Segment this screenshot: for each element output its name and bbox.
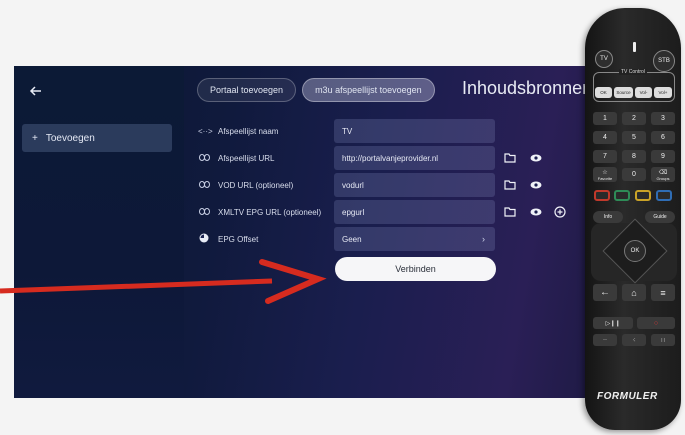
remote-green-button[interactable] <box>614 190 630 201</box>
remote-ok-button[interactable]: OK <box>624 240 646 262</box>
remote-menu-button[interactable]: ≡ <box>651 284 675 301</box>
epg-offset-value: Geen <box>342 234 362 244</box>
eye-icon[interactable] <box>529 205 543 219</box>
remote-blue-button[interactable] <box>656 190 672 201</box>
favorite-label: Favorite <box>597 175 613 181</box>
tab-portal-add[interactable]: Portaal toevoegen <box>197 78 297 102</box>
link-icon <box>198 180 210 190</box>
groups-icon: ⌫ <box>658 169 668 176</box>
play-pause-icon: ▷❙❙ <box>605 320 621 327</box>
remote-stb-power-button[interactable]: STB <box>653 50 675 72</box>
remote-groups-button[interactable]: ⌫ Groups <box>651 167 675 182</box>
field-label: Afspeellijst URL <box>218 153 275 163</box>
plus-icon: + <box>32 132 38 144</box>
tab-bar: Portaal toevoegen m3u afspeellijst toevo… <box>197 78 435 102</box>
back-arrow-icon[interactable] <box>29 84 45 100</box>
remote-vol-up-button[interactable]: Vol+ <box>654 87 672 98</box>
form-row-epg-offset: EPG Offset <box>198 227 338 251</box>
playlist-name-icon: <··> <box>198 126 213 136</box>
remote-record-button[interactable]: ○ <box>637 317 675 329</box>
field-label: EPG Offset <box>218 234 259 244</box>
remote-key-8[interactable]: 8 <box>622 150 646 163</box>
remote-tv-power-button[interactable]: TV <box>595 50 613 68</box>
eye-icon[interactable] <box>529 178 543 192</box>
remote-key-3[interactable]: 3 <box>651 112 675 125</box>
remote-key-6[interactable]: 6 <box>651 131 675 144</box>
home-icon: ⌂ <box>631 287 637 298</box>
remote-play-pause-button[interactable]: ▷❙❙ <box>593 317 633 329</box>
remote-stb-label: STB <box>658 58 670 64</box>
led-indicator <box>633 42 636 52</box>
remote-info-button[interactable]: Info <box>593 211 623 223</box>
playlist-name-input[interactable]: TV <box>334 119 495 143</box>
form-row-playlist-url: Afspeellijst URL <box>198 146 338 170</box>
sidebar <box>14 66 184 398</box>
playlist-url-input[interactable]: http://portalvanjeprovider.nl <box>334 146 495 170</box>
sidebar-item-label: Toevoegen <box>45 132 95 144</box>
tv-screen: + Toevoegen Portaal toevoegen m3u afspee… <box>14 66 600 398</box>
remote-control: TV STB TV Control OK Source Vol- Vol+ 1 … <box>577 8 685 433</box>
tv-control-label: TV Control <box>619 69 647 75</box>
dots-icon: ∷ <box>661 337 665 344</box>
remote-key-1[interactable]: 1 <box>593 112 617 125</box>
remote-ok-small-button[interactable]: OK <box>595 87 612 98</box>
remote-vol-down-button[interactable]: Vol- <box>635 87 652 98</box>
remote-key-2[interactable]: 2 <box>622 112 646 125</box>
sidebar-item-add[interactable]: + Toevoegen <box>22 124 172 152</box>
remote-rewind-button[interactable]: ·· <box>593 334 617 346</box>
epg-url-input[interactable]: epgurl <box>334 200 495 224</box>
add-circle-icon[interactable] <box>553 205 567 219</box>
remote-yellow-button[interactable] <box>635 190 651 201</box>
record-icon: ○ <box>653 319 659 327</box>
remote-forward-button[interactable]: ∷ <box>651 334 675 346</box>
remote-back-button[interactable]: ← <box>593 284 617 301</box>
folder-icon[interactable] <box>503 205 517 219</box>
star-icon: ☆ <box>602 169 608 176</box>
link-icon <box>198 207 210 217</box>
connect-button[interactable]: Verbinden <box>335 257 496 281</box>
epg-offset-select[interactable]: Geen › <box>334 227 495 251</box>
remote-red-button[interactable] <box>594 190 610 201</box>
pointer-arrow-icon <box>0 259 327 304</box>
remote-key-4[interactable]: 4 <box>593 131 617 144</box>
remote-stop-button[interactable]: ⁖ <box>622 334 646 346</box>
dots-icon: ·· <box>603 337 607 343</box>
remote-guide-button[interactable]: Guide <box>645 211 675 223</box>
remote-key-5[interactable]: 5 <box>622 131 646 144</box>
menu-icon: ≡ <box>660 287 666 298</box>
folder-icon[interactable] <box>503 178 517 192</box>
folder-icon[interactable] <box>503 151 517 165</box>
brand-logo: FORMULER <box>597 391 658 402</box>
page: + Toevoegen Portaal toevoegen m3u afspee… <box>0 0 685 435</box>
form-row-epg-url: XMLTV EPG URL (optioneel) <box>198 200 338 224</box>
field-label: VOD URL (optioneel) <box>218 180 294 190</box>
remote-home-button[interactable]: ⌂ <box>622 284 646 301</box>
remote-favorite-button[interactable]: ☆ Favorite <box>593 167 617 182</box>
chevron-right-icon: › <box>482 234 485 244</box>
link-icon <box>198 153 210 163</box>
back-arrow-icon: ← <box>600 287 610 298</box>
eye-icon[interactable] <box>529 151 543 165</box>
page-title: Inhoudsbronnen <box>462 78 593 98</box>
remote-key-0[interactable]: 0 <box>622 168 646 181</box>
remote-key-9[interactable]: 9 <box>651 150 675 163</box>
groups-label: Groups <box>656 175 670 181</box>
dots-icon: ⁖ <box>632 337 636 344</box>
tab-m3u-add[interactable]: m3u afspeellijst toevoegen <box>302 78 435 102</box>
remote-key-7[interactable]: 7 <box>593 150 617 163</box>
vod-url-input[interactable]: vodurl <box>334 173 495 197</box>
field-label: Afspeellijst naam <box>218 126 279 136</box>
form-row-playlist-name: <··> Afspeellijst naam <box>198 119 338 143</box>
clock-icon <box>198 233 210 245</box>
ok-label: OK <box>630 248 640 254</box>
form-row-vod-url: VOD URL (optioneel) <box>198 173 338 197</box>
field-label: XMLTV EPG URL (optioneel) <box>218 207 322 217</box>
remote-tv-label: TV <box>600 56 608 62</box>
remote-source-button[interactable]: Source <box>614 87 633 98</box>
